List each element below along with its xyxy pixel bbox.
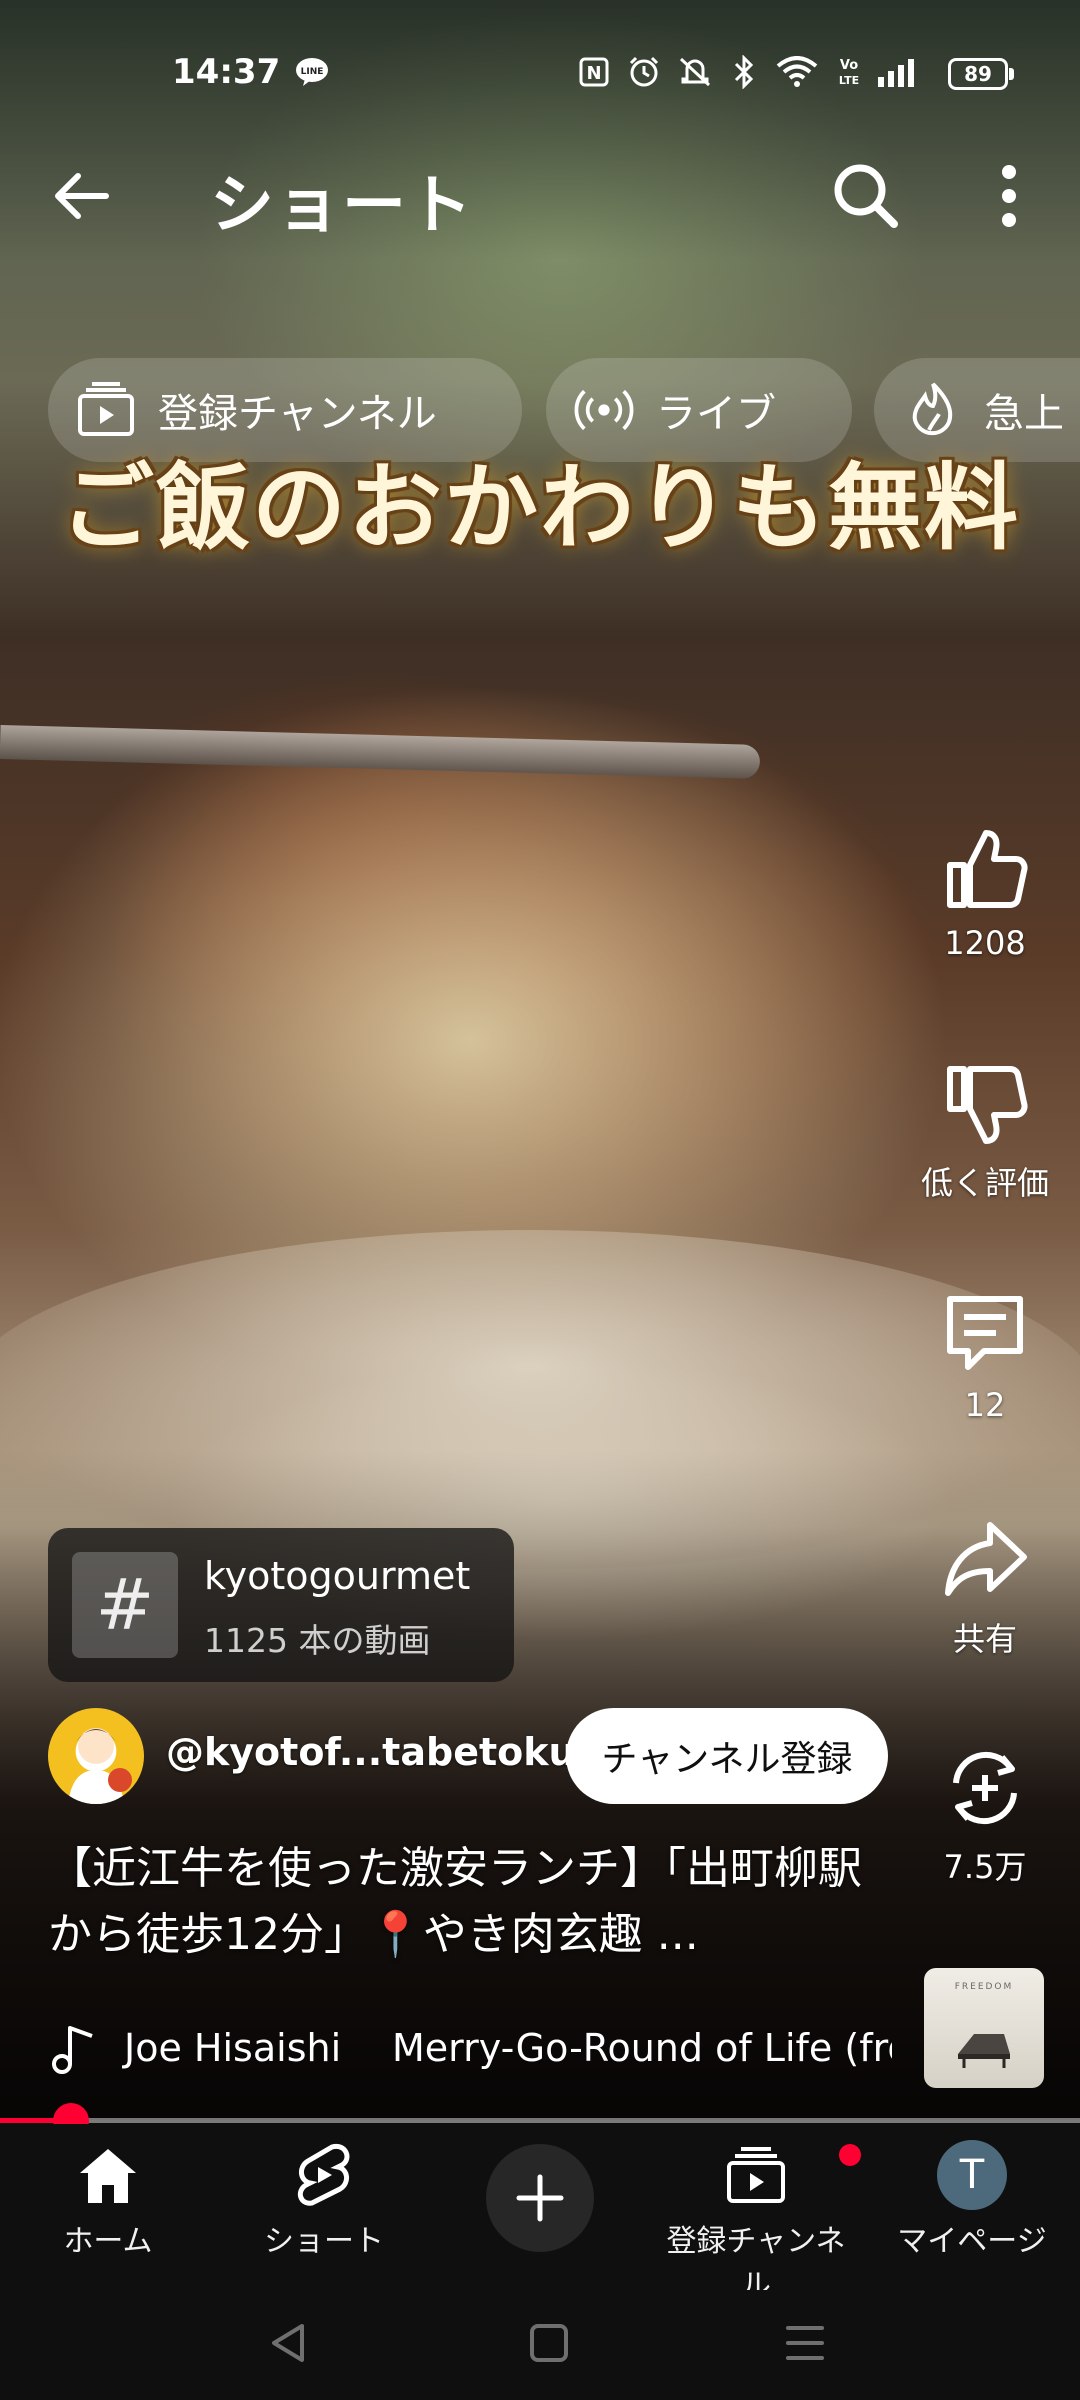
home-icon — [73, 2140, 143, 2210]
video-title[interactable]: 【近江牛を使った激安ランチ】「出町柳駅から徒歩12分」📍やき肉玄趣 ... — [48, 1836, 878, 1968]
svg-text:LTE: LTE — [839, 74, 859, 87]
subscriptions-icon — [721, 2140, 861, 2210]
comment-count: 12 — [964, 1386, 1006, 1424]
piano-icon — [958, 2034, 1010, 2068]
search-icon — [834, 164, 898, 228]
plus-icon — [516, 2174, 564, 2222]
square-home-icon — [530, 2324, 568, 2362]
video-progress-bar[interactable] — [0, 2103, 1080, 2139]
remix-count: 7.5万 — [943, 1848, 1027, 1886]
comment-icon — [935, 1282, 1035, 1382]
music-thumb-text: FREEDOM — [954, 1982, 1014, 1992]
more-vertical-icon — [1002, 165, 1016, 227]
notification-dot — [839, 2144, 861, 2166]
more-options-button[interactable] — [984, 156, 1034, 236]
triangle-back-icon — [272, 2324, 304, 2362]
music-artist[interactable]: Joe Hisaishi — [124, 2026, 341, 2070]
system-back-button[interactable] — [264, 2318, 314, 2368]
share-arrow-icon — [935, 1510, 1035, 1610]
user-avatar: T — [937, 2140, 1007, 2210]
mute-icon — [674, 54, 716, 90]
status-time: 14:37 — [172, 52, 281, 92]
nav-my-page-label: マイページ — [897, 2224, 1047, 2259]
like-button[interactable]: 1208 — [910, 820, 1060, 962]
nav-home-label: ホーム — [63, 2224, 153, 2259]
chip-label: 急上 — [984, 391, 1064, 437]
system-recents-button[interactable] — [780, 2318, 830, 2368]
trending-icon — [902, 380, 962, 440]
nav-shorts[interactable]: ショート — [224, 2140, 424, 2260]
video-frame-chopsticks — [0, 725, 761, 779]
subscriptions-icon — [76, 380, 136, 440]
page-title: ショート — [210, 169, 474, 243]
shorts-icon — [289, 2140, 359, 2210]
like-count: 1208 — [944, 924, 1026, 962]
hashtag-name: kyotogourmet — [204, 1554, 471, 1598]
video-overlay-caption: ご飯のおかわりも無料 — [60, 453, 1021, 563]
line-icon: LINE — [292, 54, 332, 90]
bottom-navigation: ホーム ショート 登録チャンネル T マイページ — [0, 2124, 1080, 2303]
volte-icon: Vo LTE — [834, 54, 864, 90]
music-track[interactable]: Merry-Go-Round of Life (fro — [392, 2026, 892, 2070]
chip-label: ライブ — [656, 391, 776, 437]
back-button[interactable] — [44, 158, 120, 234]
arrow-left-icon — [55, 173, 109, 219]
wifi-icon — [774, 54, 820, 90]
chip-label: 登録チャンネル — [158, 391, 437, 437]
bluetooth-icon — [730, 54, 758, 90]
status-bar: 14:37 LINE N Vo LTE 89 — [0, 40, 1080, 104]
svg-text:N: N — [586, 63, 601, 84]
menu-recents-icon — [786, 2326, 824, 2360]
alarm-icon — [624, 54, 664, 90]
thumbs-down-icon — [935, 1054, 1035, 1154]
share-label: 共有 — [952, 1620, 1017, 1658]
battery-indicator: 89 — [948, 58, 1014, 90]
signal-icon — [874, 54, 920, 90]
system-home-button[interactable] — [524, 2318, 574, 2368]
subscribe-button[interactable]: チャンネル登録 — [566, 1708, 888, 1804]
hashtag-card[interactable]: # kyotogourmet 1125 本の動画 — [48, 1528, 514, 1682]
dislike-label: 低く評価 — [920, 1164, 1049, 1202]
hashtag-icon: # — [72, 1552, 178, 1658]
comments-button[interactable]: 12 — [910, 1282, 1060, 1424]
header: ショート — [0, 140, 1080, 250]
channel-handle[interactable]: @kyotof...tabetoku — [166, 1730, 576, 1774]
search-button[interactable] — [826, 156, 906, 236]
nav-my-page[interactable]: T マイページ — [872, 2140, 1072, 2260]
live-icon — [574, 380, 634, 440]
nav-subscriptions[interactable]: 登録チャンネル — [656, 2140, 861, 2304]
channel-avatar[interactable] — [48, 1708, 144, 1804]
create-button[interactable] — [486, 2144, 594, 2252]
remix-button[interactable]: 7.5万 — [910, 1738, 1060, 1888]
dislike-button[interactable]: 低く評価 — [910, 1054, 1060, 1204]
svg-text:LINE: LINE — [301, 67, 324, 77]
nav-home[interactable]: ホーム — [8, 2140, 208, 2260]
nfc-icon: N — [576, 54, 612, 90]
music-thumbnail[interactable]: FREEDOM — [924, 1968, 1044, 2088]
thumbs-up-icon — [935, 820, 1035, 920]
music-note-icon — [48, 2022, 102, 2076]
share-button[interactable]: 共有 — [910, 1510, 1060, 1660]
system-navigation-bar — [0, 2290, 1080, 2400]
svg-text:Vo: Vo — [840, 58, 858, 73]
hashtag-video-count: 1125 本の動画 — [204, 1621, 431, 1660]
remix-icon — [935, 1738, 1035, 1838]
nav-shorts-label: ショート — [264, 2224, 384, 2259]
